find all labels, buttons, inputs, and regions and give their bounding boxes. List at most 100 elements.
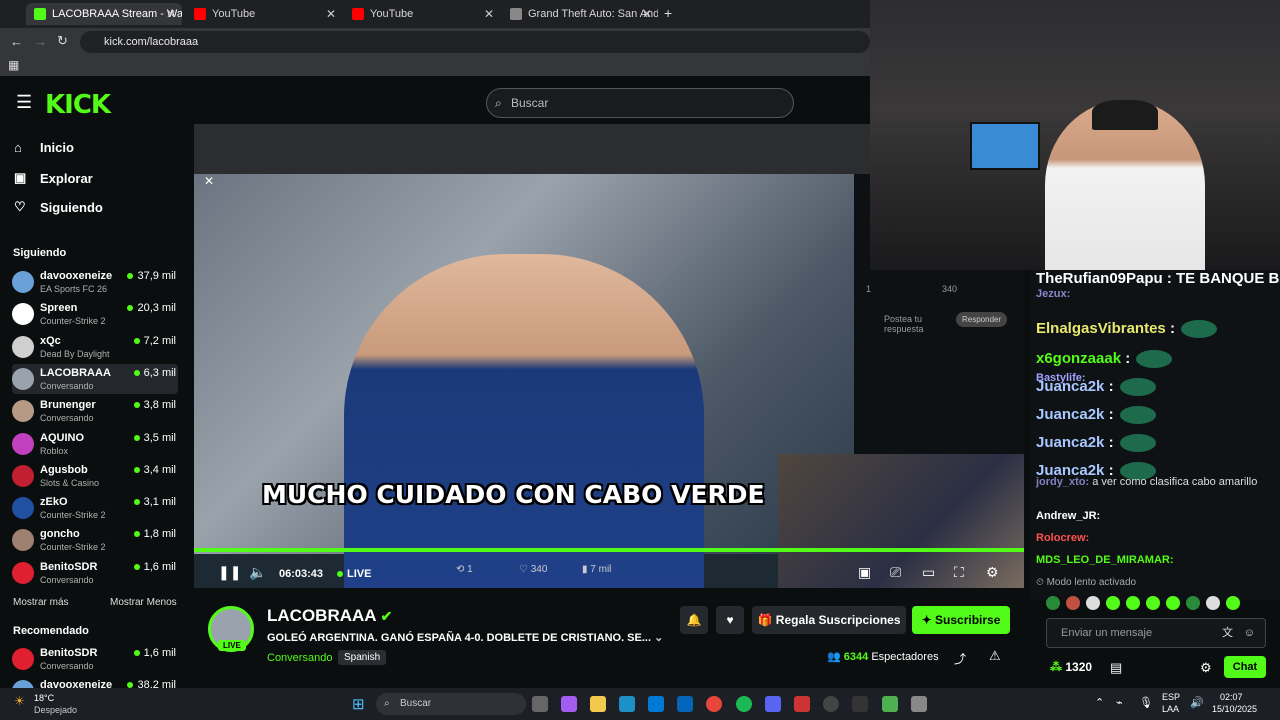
sidebar-channel-davooxeneize[interactable]: davooxeneize EA Sports FC 26 37,9 mil [12,267,178,297]
nav-following[interactable]: ♡ Siguiendo [14,199,103,215]
notification-bell-icon[interactable]: 🔔 [680,606,708,634]
volume-icon[interactable]: 🔈 [249,564,266,581]
emote-icon[interactable] [1166,596,1180,610]
close-icon[interactable]: ✕ [326,7,336,21]
tab-lacobraaa[interactable]: LACOBRAAA Stream - Watc ✕ [26,3,182,25]
chat-username[interactable]: Juanca2k [1036,434,1104,451]
emote-icon[interactable] [1046,596,1060,610]
settings-gear-icon[interactable]: ⚙ [986,564,999,581]
show-more-link[interactable]: Mostrar más [13,597,69,608]
tray-chevron-icon[interactable]: ⌃ [1095,696,1104,709]
chat-username[interactable]: Juanca2k [1036,406,1104,423]
channel-points[interactable]: ⁂ 1320 [1050,660,1092,674]
chat-username[interactable]: MDS_LEO_DE_MIRAMAR: [1036,554,1174,566]
outlook-icon[interactable] [677,696,693,712]
sidebar-channel-benitosdr[interactable]: BenitoSDR Conversando 1,6 mil [12,558,178,588]
close-icon[interactable]: ✕ [642,7,652,21]
shop-icon[interactable]: ▤ [1110,660,1122,676]
sidebar-channel-aquino[interactable]: AQUINO Roblox 3,5 mil [12,429,178,459]
emote-icon[interactable] [1106,596,1120,610]
chevron-down-icon[interactable]: ⌄ [654,632,663,644]
chrome-icon[interactable] [706,696,722,712]
close-icon[interactable]: ✕ [484,7,494,21]
kick-logo[interactable]: KICK [45,90,111,120]
pause-icon[interactable]: ❚❚ [218,564,241,581]
sidebar-channel-zeko[interactable]: zEkO Counter-Strike 2 3,1 mil [12,493,178,523]
nav-home[interactable]: ⌂ Inicio [14,140,74,155]
app-icon[interactable] [794,696,810,712]
progress-bar[interactable] [194,548,1024,552]
task-view-icon[interactable] [532,696,548,712]
follow-heart-icon[interactable]: ♥ [716,606,744,634]
back-icon[interactable]: ← [10,34,23,49]
chat-settings-gear-icon[interactable]: ⚙ [1200,660,1212,676]
tab-gta[interactable]: Grand Theft Auto: San Andreas ✕ [502,3,658,25]
url-field[interactable]: kick.com/lacobraaa [80,31,870,53]
share-icon[interactable]: ⤴ [954,650,966,667]
chat-username[interactable]: Juanca2k [1036,378,1104,395]
windows-start-icon[interactable]: ⊞ [352,695,365,713]
chat-send-button[interactable]: Chat [1224,656,1266,678]
emote-icon[interactable] [1146,596,1160,610]
report-icon[interactable]: ⚠ [989,648,1001,664]
weather-temp[interactable]: 18°C [34,693,54,703]
volume-icon[interactable]: 🔊 [1190,696,1204,709]
discord-icon[interactable] [765,696,781,712]
channel-name[interactable]: LACOBRAAA ✔ [267,606,392,626]
spotify-icon[interactable] [736,696,752,712]
mic-icon[interactable]: 🎙 [1139,696,1153,709]
chat-username[interactable]: Jezux: [1036,288,1070,300]
chat-username[interactable]: ElnalgasVibrantes [1036,320,1166,337]
chat-username[interactable]: x6gonzaaak [1036,350,1121,367]
emote-icon[interactable] [1226,596,1240,610]
emote-icon[interactable] [1126,596,1140,610]
search-input[interactable]: ⌕ Buscar [486,88,794,118]
pip-icon[interactable]: ▣ [858,564,871,581]
keyboard-layout[interactable]: LAA [1162,704,1179,714]
subscribe-button[interactable]: ✦ Suscribirse [912,606,1010,634]
network-icon[interactable]: ⌁ [1116,696,1123,709]
theater-icon[interactable]: ▭ [922,564,935,581]
sidebar-channel-spreen[interactable]: Spreen Counter-Strike 2 20,3 mil [12,299,178,329]
taskbar-search[interactable]: ⌕ Buscar [376,693,526,715]
sidebar-channel-xqc[interactable]: xQc Dead By Daylight 7,2 mil [12,332,178,362]
chat-message-input[interactable]: Enviar un mensaje 文 ☺ [1046,618,1266,648]
chat-username[interactable]: TheRufian09Papu [1036,270,1163,287]
file-explorer-icon[interactable] [590,696,606,712]
emote-icon[interactable] [1186,596,1200,610]
reload-icon[interactable]: ↻ [57,33,68,49]
weather-desc[interactable]: Despejado [34,705,77,715]
emote-icon[interactable] [1206,596,1220,610]
clip-icon[interactable]: ⎚ [890,564,901,581]
sidebar-channel-agusbob[interactable]: Agusbob Slots & Casino 3,4 mil [12,461,178,491]
app-icon[interactable] [911,696,927,712]
keyboard-lang[interactable]: ESP [1162,692,1180,702]
sidebar-channel-lacobraaa[interactable]: LACOBRAAA Conversando 6,3 mil [12,363,178,394]
sidebar-channel-brunenger[interactable]: Brunenger Conversando 3,8 mil [12,396,178,426]
app-icon[interactable] [882,696,898,712]
chat-username[interactable]: jordy_xto: [1036,476,1089,488]
app-icon[interactable] [852,696,868,712]
chat-username[interactable]: Andrew_JR: [1036,510,1100,522]
translate-icon[interactable]: 文 [1222,619,1233,647]
gift-subs-button[interactable]: 🎁 Regala Suscripciones [752,606,906,634]
emoji-icon[interactable]: ☺ [1244,619,1255,647]
new-tab-icon[interactable]: + [664,5,672,21]
obs-icon[interactable] [823,696,839,712]
sidebar-channel-goncho[interactable]: goncho Counter-Strike 2 1,8 mil [12,525,178,555]
tab-youtube-1[interactable]: YouTube ✕ [186,3,342,25]
sidebar-channel-benitosdr[interactable]: BenitoSDR Conversando 1,6 mil [12,644,178,674]
emote-icon[interactable] [1086,596,1100,610]
emote-icon[interactable] [1066,596,1080,610]
language-tag[interactable]: Spanish [338,650,387,665]
apps-grid-icon[interactable]: ▦ [8,58,19,72]
chat-username[interactable]: Rolocrew: [1036,532,1089,544]
copilot-icon[interactable] [561,696,577,712]
forward-icon[interactable]: → [34,34,47,49]
tab-youtube-2[interactable]: YouTube ✕ [344,3,500,25]
show-less-link[interactable]: Mostrar Menos [110,597,177,608]
close-icon[interactable]: ✕ [166,7,176,21]
edge-icon[interactable] [619,696,635,712]
nav-explore[interactable]: ▣ Explorar [14,170,93,186]
menu-icon[interactable]: ☰ [16,92,32,113]
